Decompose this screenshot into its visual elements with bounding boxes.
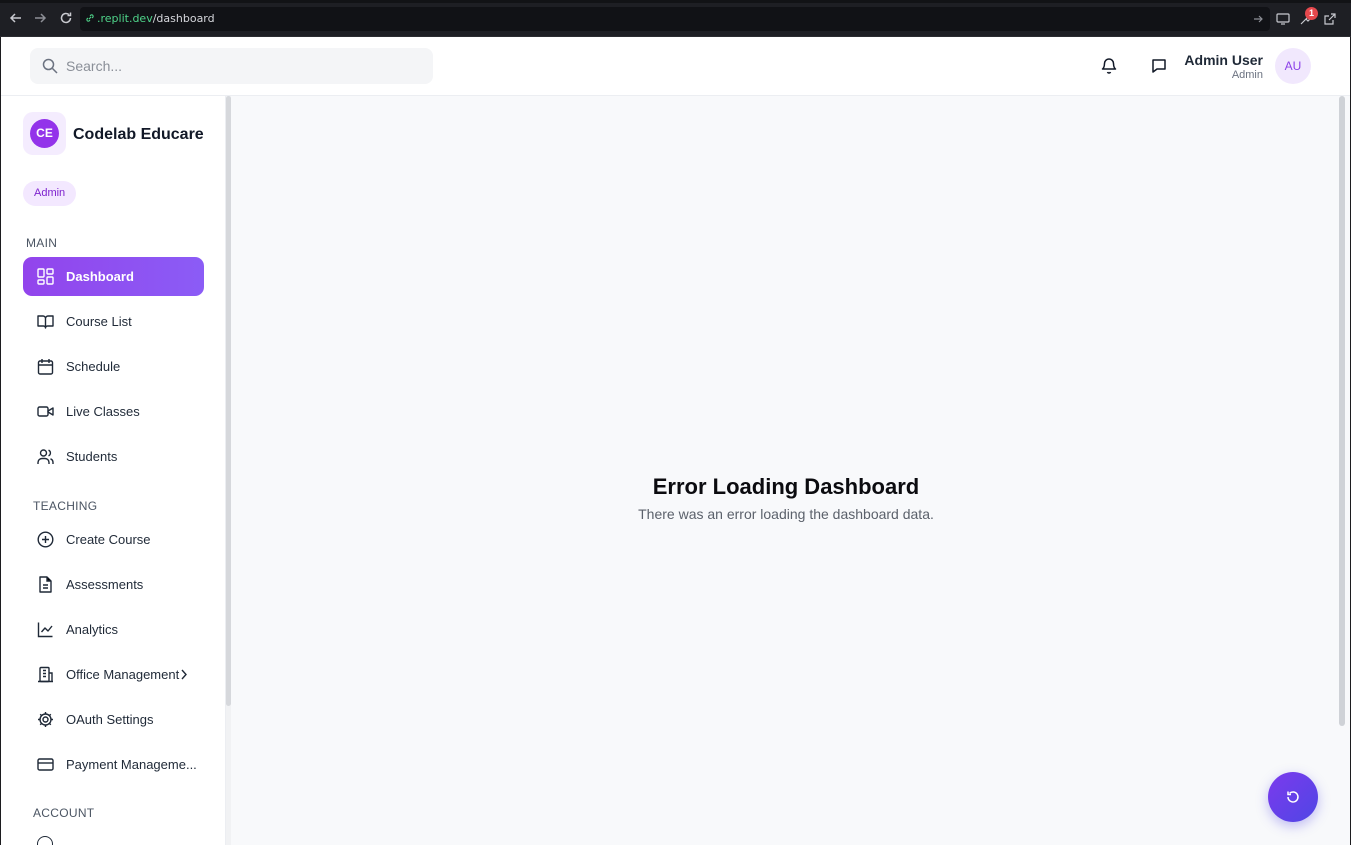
url-path: /dashboard [152,12,215,25]
sidebar-item-create-course[interactable]: Create Course [23,520,204,559]
sidebar-item-analytics[interactable]: Analytics [23,610,204,649]
sidebar-item-live-classes[interactable]: Live Classes [23,392,204,431]
user-role: Admin [1231,69,1263,81]
section-account-heading: ACCOUNT [33,806,95,820]
user-name[interactable]: Admin User [1184,52,1263,68]
notification-badge: 1 [1305,7,1318,20]
external-link-icon[interactable] [1322,11,1338,27]
sidebar-item-students[interactable]: Students [23,437,204,476]
dashboard-icon [37,268,54,285]
browser-toolbar: .replit.dev/dashboard 1 [0,0,1351,37]
bell-icon[interactable] [1099,56,1119,76]
sidebar-item-label: Course List [66,314,132,329]
chart-line-icon [37,622,53,638]
brand-logo: CE [23,112,66,155]
refresh-button[interactable] [1268,772,1318,822]
section-teaching-heading: TEACHING [33,499,98,513]
sidebar-item-label: Office Management [66,667,180,682]
plus-circle-icon [37,531,54,548]
role-badge: Admin [23,181,77,206]
address-bar[interactable] [80,7,1270,31]
browser-tabstrip [0,0,1351,3]
section-main-heading: MAIN [26,236,58,250]
app-window: Admin User Admin AU CE Codelab Educare A… [1,37,1350,845]
book-icon [37,315,54,329]
sidebar-item-label: Assessments [66,577,144,592]
avatar[interactable]: AU [1275,48,1311,84]
sidebar-item-assessments[interactable]: Assessments [23,565,204,604]
document-icon [39,576,52,593]
sidebar-item-label: Students [66,449,118,464]
credit-card-icon [37,758,54,771]
sidebar-item-office-management[interactable]: Office Management [23,655,204,694]
brand-name: Codelab Educare [73,126,204,143]
chevron-right-icon [181,669,187,680]
sidebar: CE Codelab Educare Admin MAIN Dashboard … [1,96,226,845]
sidebar-item-label: Live Classes [66,404,140,419]
sidebar-item-label: Schedule [66,359,121,374]
sidebar-scrollbar-thumb[interactable] [226,96,231,706]
monitor-icon[interactable] [1275,11,1291,27]
search-icon [42,58,58,74]
sidebar-item-schedule[interactable]: Schedule [23,347,204,386]
back-icon[interactable] [8,11,24,27]
reload-icon[interactable] [58,11,74,27]
brand-initials: CE [30,119,59,148]
search-input[interactable] [66,48,426,84]
error-title: Error Loading Dashboard [652,474,920,499]
page-scrollbar[interactable] [1339,96,1345,726]
sidebar-item-label: Payment Manageme... [66,757,197,772]
top-header: Admin User Admin AU [1,37,1350,96]
error-message: There was an error loading the dashboard… [638,506,934,522]
url-text[interactable]: .replit.dev/dashboard [97,12,215,25]
sidebar-item-label: Create Course [66,532,151,547]
link-icon [86,14,94,22]
sidebar-item-oauth-settings[interactable]: OAuth Settings [23,700,204,739]
building-icon [38,666,53,683]
search-box[interactable] [30,48,433,84]
calendar-icon [37,359,54,375]
forward-icon[interactable] [32,11,48,27]
sidebar-item-payment-management[interactable]: Payment Manageme... [23,745,204,784]
url-domain: .replit.dev [97,12,153,25]
message-icon[interactable] [1149,56,1169,76]
arrow-right-icon[interactable] [1250,11,1266,27]
video-icon [37,406,54,417]
sidebar-item-label: OAuth Settings [66,712,154,727]
sidebar-item-label: Analytics [66,622,119,637]
sidebar-item-course-list[interactable]: Course List [23,302,204,341]
certificate-icon[interactable] [37,836,53,845]
refresh-icon [1287,791,1299,803]
sidebar-item-dashboard[interactable]: Dashboard [23,257,204,296]
gear-icon [38,712,53,727]
sidebar-item-label: Dashboard [66,269,134,284]
users-icon [37,449,54,464]
